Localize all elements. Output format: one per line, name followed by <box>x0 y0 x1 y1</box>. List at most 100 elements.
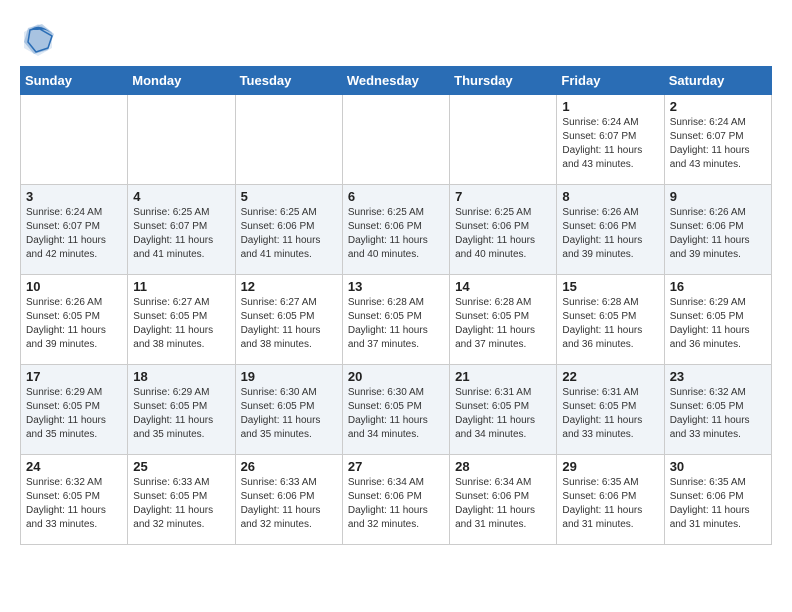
calendar-day-cell: 16 Sunrise: 6:29 AM Sunset: 6:05 PM Dayli… <box>664 275 771 365</box>
calendar-day-cell: 22Sunrise: 6:31 AM Sunset: 6:05 PM Dayli… <box>557 365 664 455</box>
day-number: 14 <box>455 279 551 294</box>
calendar-day-cell <box>342 95 449 185</box>
day-number: 20 <box>348 369 444 384</box>
calendar-day-cell: 20 Sunrise: 6:30 AM Sunset: 6:05 PM Dayli… <box>342 365 449 455</box>
calendar-day-cell: 15 Sunrise: 6:28 AM Sunset: 6:05 PM Dayli… <box>557 275 664 365</box>
day-info: Sunrise: 6:26 AM Sunset: 6:06 PM Dayligh… <box>670 206 766 262</box>
day-number: 29 <box>562 459 658 474</box>
day-info: Sunrise: 6:34 AM Sunset: 6:06 PM Dayligh… <box>455 476 551 532</box>
day-info: Sunrise: 6:33 AM Sunset: 6:06 PM Dayligh… <box>241 476 337 532</box>
day-info: Sunrise: 6:29 AM Sunset: 6:05 PM Dayligh… <box>133 386 229 442</box>
calendar-week-row: 17 Sunrise: 6:29 AM Sunset: 6:05 PM Dayli… <box>21 365 772 455</box>
calendar-day-cell: 24 Sunrise: 6:32 AM Sunset: 6:05 PM Dayli… <box>21 455 128 545</box>
day-number: 18 <box>133 369 229 384</box>
weekday-header: Sunday <box>21 67 128 95</box>
day-info: Sunrise: 6:28 AM Sunset: 6:05 PM Dayligh… <box>348 296 444 352</box>
calendar-day-cell: 29 Sunrise: 6:35 AM Sunset: 6:06 PM Dayli… <box>557 455 664 545</box>
calendar-day-cell: 23Sunrise: 6:32 AM Sunset: 6:05 PM Dayli… <box>664 365 771 455</box>
weekday-header: Tuesday <box>235 67 342 95</box>
day-number: 7 <box>455 189 551 204</box>
day-info: Sunrise: 6:35 AM Sunset: 6:06 PM Dayligh… <box>670 476 766 532</box>
day-number: 27 <box>348 459 444 474</box>
page-header <box>20 20 772 56</box>
day-info: Sunrise: 6:28 AM Sunset: 6:05 PM Dayligh… <box>562 296 658 352</box>
calendar-day-cell: 26Sunrise: 6:33 AM Sunset: 6:06 PM Dayli… <box>235 455 342 545</box>
calendar-day-cell: 17 Sunrise: 6:29 AM Sunset: 6:05 PM Dayli… <box>21 365 128 455</box>
day-info: Sunrise: 6:26 AM Sunset: 6:05 PM Dayligh… <box>26 296 122 352</box>
weekday-header: Wednesday <box>342 67 449 95</box>
day-number: 9 <box>670 189 766 204</box>
day-number: 21 <box>455 369 551 384</box>
day-number: 19 <box>241 369 337 384</box>
day-number: 10 <box>26 279 122 294</box>
calendar-day-cell: 28 Sunrise: 6:34 AM Sunset: 6:06 PM Dayli… <box>450 455 557 545</box>
logo <box>20 20 62 56</box>
day-info: Sunrise: 6:35 AM Sunset: 6:06 PM Dayligh… <box>562 476 658 532</box>
calendar-day-cell: 30 Sunrise: 6:35 AM Sunset: 6:06 PM Dayli… <box>664 455 771 545</box>
calendar-day-cell: 21 Sunrise: 6:31 AM Sunset: 6:05 PM Dayli… <box>450 365 557 455</box>
day-info: Sunrise: 6:27 AM Sunset: 6:05 PM Dayligh… <box>241 296 337 352</box>
day-number: 15 <box>562 279 658 294</box>
day-info: Sunrise: 6:25 AM Sunset: 6:06 PM Dayligh… <box>455 206 551 262</box>
day-info: Sunrise: 6:31 AM Sunset: 6:05 PM Dayligh… <box>455 386 551 442</box>
day-info: Sunrise: 6:25 AM Sunset: 6:06 PM Dayligh… <box>241 206 337 262</box>
day-info: Sunrise: 6:26 AM Sunset: 6:06 PM Dayligh… <box>562 206 658 262</box>
day-info: Sunrise: 6:28 AM Sunset: 6:05 PM Dayligh… <box>455 296 551 352</box>
day-number: 16 <box>670 279 766 294</box>
calendar-table: SundayMondayTuesdayWednesdayThursdayFrid… <box>20 66 772 545</box>
calendar-day-cell: 19 Sunrise: 6:30 AM Sunset: 6:05 PM Dayli… <box>235 365 342 455</box>
calendar-week-row: 3Sunrise: 6:24 AM Sunset: 6:07 PM Daylig… <box>21 185 772 275</box>
calendar-day-cell: 5Sunrise: 6:25 AM Sunset: 6:06 PM Daylig… <box>235 185 342 275</box>
weekday-header: Friday <box>557 67 664 95</box>
day-number: 1 <box>562 99 658 114</box>
weekday-header: Saturday <box>664 67 771 95</box>
day-info: Sunrise: 6:32 AM Sunset: 6:05 PM Dayligh… <box>26 476 122 532</box>
day-number: 11 <box>133 279 229 294</box>
weekday-header: Thursday <box>450 67 557 95</box>
day-number: 4 <box>133 189 229 204</box>
day-info: Sunrise: 6:29 AM Sunset: 6:05 PM Dayligh… <box>670 296 766 352</box>
day-number: 8 <box>562 189 658 204</box>
day-info: Sunrise: 6:32 AM Sunset: 6:05 PM Dayligh… <box>670 386 766 442</box>
day-number: 30 <box>670 459 766 474</box>
day-number: 25 <box>133 459 229 474</box>
day-info: Sunrise: 6:30 AM Sunset: 6:05 PM Dayligh… <box>241 386 337 442</box>
day-info: Sunrise: 6:34 AM Sunset: 6:06 PM Dayligh… <box>348 476 444 532</box>
day-info: Sunrise: 6:27 AM Sunset: 6:05 PM Dayligh… <box>133 296 229 352</box>
calendar-day-cell: 27 Sunrise: 6:34 AM Sunset: 6:06 PM Dayli… <box>342 455 449 545</box>
calendar-day-cell <box>128 95 235 185</box>
calendar-day-cell <box>235 95 342 185</box>
calendar-day-cell: 11 Sunrise: 6:27 AM Sunset: 6:05 PM Dayli… <box>128 275 235 365</box>
day-number: 13 <box>348 279 444 294</box>
calendar-day-cell: 10 Sunrise: 6:26 AM Sunset: 6:05 PM Dayli… <box>21 275 128 365</box>
day-number: 6 <box>348 189 444 204</box>
day-info: Sunrise: 6:24 AM Sunset: 6:07 PM Dayligh… <box>670 116 766 172</box>
calendar-week-row: 24 Sunrise: 6:32 AM Sunset: 6:05 PM Dayli… <box>21 455 772 545</box>
day-number: 28 <box>455 459 551 474</box>
calendar-day-cell: 14 Sunrise: 6:28 AM Sunset: 6:05 PM Dayli… <box>450 275 557 365</box>
day-info: Sunrise: 6:31 AM Sunset: 6:05 PM Dayligh… <box>562 386 658 442</box>
calendar-header-row: SundayMondayTuesdayWednesdayThursdayFrid… <box>21 67 772 95</box>
logo-icon <box>20 20 56 56</box>
calendar-day-cell <box>21 95 128 185</box>
calendar-day-cell: 9 Sunrise: 6:26 AM Sunset: 6:06 PM Daylig… <box>664 185 771 275</box>
calendar-day-cell: 13 Sunrise: 6:28 AM Sunset: 6:05 PM Dayli… <box>342 275 449 365</box>
calendar-day-cell: 3Sunrise: 6:24 AM Sunset: 6:07 PM Daylig… <box>21 185 128 275</box>
day-number: 3 <box>26 189 122 204</box>
day-info: Sunrise: 6:30 AM Sunset: 6:05 PM Dayligh… <box>348 386 444 442</box>
calendar-day-cell: 12Sunrise: 6:27 AM Sunset: 6:05 PM Dayli… <box>235 275 342 365</box>
day-number: 17 <box>26 369 122 384</box>
calendar-day-cell: 18 Sunrise: 6:29 AM Sunset: 6:05 PM Dayli… <box>128 365 235 455</box>
calendar-day-cell: 6 Sunrise: 6:25 AM Sunset: 6:06 PM Daylig… <box>342 185 449 275</box>
day-info: Sunrise: 6:29 AM Sunset: 6:05 PM Dayligh… <box>26 386 122 442</box>
day-number: 24 <box>26 459 122 474</box>
calendar-day-cell: 1 Sunrise: 6:24 AM Sunset: 6:07 PM Daylig… <box>557 95 664 185</box>
calendar-day-cell: 4Sunrise: 6:25 AM Sunset: 6:07 PM Daylig… <box>128 185 235 275</box>
calendar-day-cell: 7 Sunrise: 6:25 AM Sunset: 6:06 PM Daylig… <box>450 185 557 275</box>
calendar-week-row: 1 Sunrise: 6:24 AM Sunset: 6:07 PM Daylig… <box>21 95 772 185</box>
calendar-week-row: 10 Sunrise: 6:26 AM Sunset: 6:05 PM Dayli… <box>21 275 772 365</box>
day-info: Sunrise: 6:33 AM Sunset: 6:05 PM Dayligh… <box>133 476 229 532</box>
day-info: Sunrise: 6:24 AM Sunset: 6:07 PM Dayligh… <box>562 116 658 172</box>
day-number: 2 <box>670 99 766 114</box>
day-info: Sunrise: 6:25 AM Sunset: 6:06 PM Dayligh… <box>348 206 444 262</box>
